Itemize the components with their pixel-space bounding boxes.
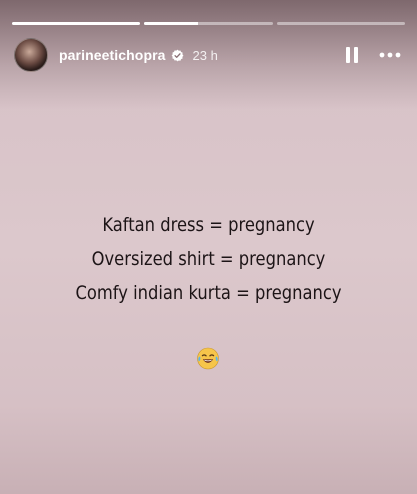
- progress-segment: [144, 22, 273, 25]
- avatar[interactable]: [14, 38, 48, 72]
- story-text-line: Kaftan dress = pregnancy: [102, 214, 315, 236]
- more-options-button[interactable]: [377, 44, 403, 66]
- pause-icon: [346, 47, 358, 63]
- progress-segment: [276, 22, 405, 25]
- progress-fill: [12, 22, 141, 25]
- more-horizontal-icon: [379, 52, 401, 58]
- pause-button[interactable]: [341, 44, 363, 66]
- timestamp: 23 h: [192, 47, 218, 63]
- verified-badge-icon: [171, 49, 183, 61]
- username-link[interactable]: parineetichopra: [59, 47, 166, 63]
- story-viewer[interactable]: parineetichopra 23 h Kaftan dress = preg…: [0, 0, 417, 494]
- progress-fill: [144, 22, 199, 25]
- laughing-emoji-icon: [197, 347, 219, 370]
- story-header: parineetichopra 23 h: [14, 38, 403, 72]
- progress-segment: [12, 22, 141, 25]
- story-text: Kaftan dress = pregnancy Oversized shirt…: [29, 208, 388, 310]
- story-progress-bar: [12, 22, 405, 25]
- story-text-line: Oversized shirt = pregnancy: [91, 248, 326, 270]
- story-text-line: Comfy indian kurta = pregnancy: [75, 282, 342, 304]
